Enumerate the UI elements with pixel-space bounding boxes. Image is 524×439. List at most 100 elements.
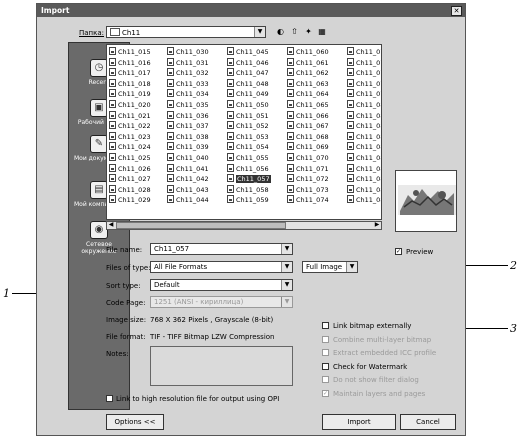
file-item[interactable]: Ch11_043 (167, 184, 209, 195)
file-item[interactable]: Ch11_017 (109, 68, 151, 78)
file-item[interactable]: Ch11_08 (347, 153, 381, 163)
file-item[interactable]: Ch11_025 (109, 153, 151, 163)
file-item[interactable]: Ch11_071 (287, 163, 329, 174)
file-item[interactable]: Ch11_07 (347, 68, 381, 78)
file-item[interactable]: Ch11_033 (167, 78, 209, 89)
file-item[interactable]: Ch11_08 (347, 131, 381, 142)
file-item[interactable]: Ch11_08 (347, 163, 381, 174)
file-item[interactable]: Ch11_069 (287, 142, 329, 152)
file-item[interactable]: Ch11_059 (227, 195, 269, 205)
file-item[interactable]: Ch11_07 (347, 47, 381, 57)
file-item[interactable]: Ch11_074 (287, 195, 329, 205)
file-item[interactable]: Ch11_066 (287, 110, 329, 121)
option-checkbox[interactable] (322, 376, 329, 383)
file-item[interactable]: Ch11_049 (227, 89, 269, 99)
file-item[interactable]: Ch11_016 (109, 57, 151, 68)
file-item[interactable]: Ch11_055 (227, 153, 269, 163)
file-item[interactable]: Ch11_051 (227, 110, 269, 121)
link-hires-checkbox[interactable] (106, 395, 113, 402)
file-item[interactable]: Ch11_021 (109, 110, 151, 121)
file-item[interactable]: Ch11_038 (167, 131, 209, 142)
file-item[interactable]: Ch11_035 (167, 100, 209, 110)
file-item[interactable]: Ch11_08 (347, 121, 381, 131)
file-item[interactable]: Ch11_08 (347, 174, 381, 184)
file-item[interactable]: Ch11_026 (109, 163, 151, 174)
file-item[interactable]: Ch11_044 (167, 195, 209, 205)
back-icon[interactable]: ◐ (276, 27, 285, 37)
file-item[interactable]: Ch11_061 (287, 57, 329, 68)
file-item[interactable]: Ch11_063 (287, 78, 329, 89)
options-button[interactable]: Options << (106, 414, 164, 430)
file-item[interactable]: Ch11_07 (347, 89, 381, 99)
file-item[interactable]: Ch11_065 (287, 100, 329, 110)
file-item[interactable]: Ch11_053 (227, 131, 269, 142)
new-folder-icon[interactable]: ✦ (304, 27, 313, 37)
file-item[interactable]: Ch11_024 (109, 142, 151, 152)
file-item[interactable]: Ch11_046 (227, 57, 269, 68)
preview-checkbox[interactable]: ✓ (395, 248, 402, 255)
look-in-select[interactable]: Ch11 ▼ (106, 26, 266, 38)
file-item[interactable]: Ch11_028 (109, 184, 151, 195)
file-item[interactable]: Ch11_042 (167, 174, 209, 184)
file-item[interactable]: Ch11_052 (227, 121, 269, 131)
file-item[interactable]: Ch11_019 (109, 89, 151, 99)
view-menu-icon[interactable]: ▦ (316, 27, 328, 37)
file-item[interactable]: Ch11_07 (347, 78, 381, 89)
file-item[interactable]: Ch11_072 (287, 174, 329, 184)
file-item[interactable]: Ch11_045 (227, 47, 269, 57)
file-item[interactable]: Ch11_032 (167, 68, 209, 78)
file-item[interactable]: Ch11_039 (167, 142, 209, 152)
import-button[interactable]: Import (322, 414, 396, 430)
up-folder-icon[interactable]: ⇧ (290, 27, 299, 37)
file-item[interactable]: Ch11_08 (347, 195, 381, 205)
sort-type-select[interactable]: Default ▼ (150, 279, 293, 291)
file-item[interactable]: Ch11_020 (109, 100, 151, 110)
file-item[interactable]: Ch11_062 (287, 68, 329, 78)
horizontal-scrollbar[interactable]: ◀ ▶ (106, 221, 382, 230)
file-item[interactable]: Ch11_067 (287, 121, 329, 131)
file-item[interactable]: Ch11_023 (109, 131, 151, 142)
file-item[interactable]: Ch11_057 (227, 174, 271, 184)
file-item[interactable]: Ch11_034 (167, 89, 209, 99)
file-item[interactable]: Ch11_070 (287, 153, 329, 163)
option-checkbox[interactable]: ✓ (322, 389, 329, 397)
scroll-thumb[interactable] (116, 222, 286, 229)
file-item[interactable]: Ch11_056 (227, 163, 269, 174)
files-of-type-select[interactable]: All File Formats ▼ (150, 261, 293, 273)
close-button[interactable]: ✕ (451, 6, 462, 16)
file-name-input[interactable]: Ch11_057 ▼ (150, 243, 293, 255)
file-item[interactable]: Ch11_022 (109, 121, 151, 131)
option-checkbox[interactable] (322, 349, 329, 356)
file-item[interactable]: Ch11_064 (287, 89, 329, 99)
full-image-select[interactable]: Full Image ▼ (302, 261, 358, 273)
file-item[interactable]: Ch11_08 (347, 184, 381, 195)
file-item[interactable]: Ch11_037 (167, 121, 209, 131)
option-checkbox[interactable] (322, 322, 329, 329)
file-item[interactable]: Ch11_058 (227, 184, 269, 195)
file-item[interactable]: Ch11_029 (109, 195, 151, 205)
cancel-button[interactable]: Cancel (400, 414, 456, 430)
file-item[interactable]: Ch11_030 (167, 47, 209, 57)
file-item[interactable]: Ch11_073 (287, 184, 329, 195)
file-item[interactable]: Ch11_068 (287, 131, 329, 142)
file-item[interactable]: Ch11_041 (167, 163, 209, 174)
file-item[interactable]: Ch11_08 (347, 110, 381, 121)
file-item[interactable]: Ch11_048 (227, 78, 269, 89)
scroll-right-icon[interactable]: ▶ (373, 221, 381, 228)
scroll-left-icon[interactable]: ◀ (107, 221, 115, 228)
file-item[interactable]: Ch11_018 (109, 78, 151, 89)
file-item[interactable]: Ch11_054 (227, 142, 269, 152)
file-list[interactable]: Ch11_015 Ch11_016 Ch11_017 Ch11_018 Ch11_019… (106, 44, 382, 220)
option-checkbox[interactable] (322, 362, 329, 370)
file-item[interactable]: Ch11_08 (347, 142, 381, 152)
file-item[interactable]: Ch11_036 (167, 110, 209, 121)
file-item[interactable]: Ch11_050 (227, 100, 269, 110)
file-item[interactable]: Ch11_031 (167, 57, 209, 68)
option-checkbox[interactable] (322, 335, 329, 343)
code-page-select[interactable]: 1251 (ANSI - кириллица) ▼ (150, 296, 293, 308)
file-item[interactable]: Ch11_07 (347, 57, 381, 68)
file-item[interactable]: Ch11_047 (227, 68, 269, 78)
file-item[interactable]: Ch11_027 (109, 174, 151, 184)
file-item[interactable]: Ch11_040 (167, 153, 209, 163)
file-item[interactable]: Ch11_015 (109, 47, 151, 57)
